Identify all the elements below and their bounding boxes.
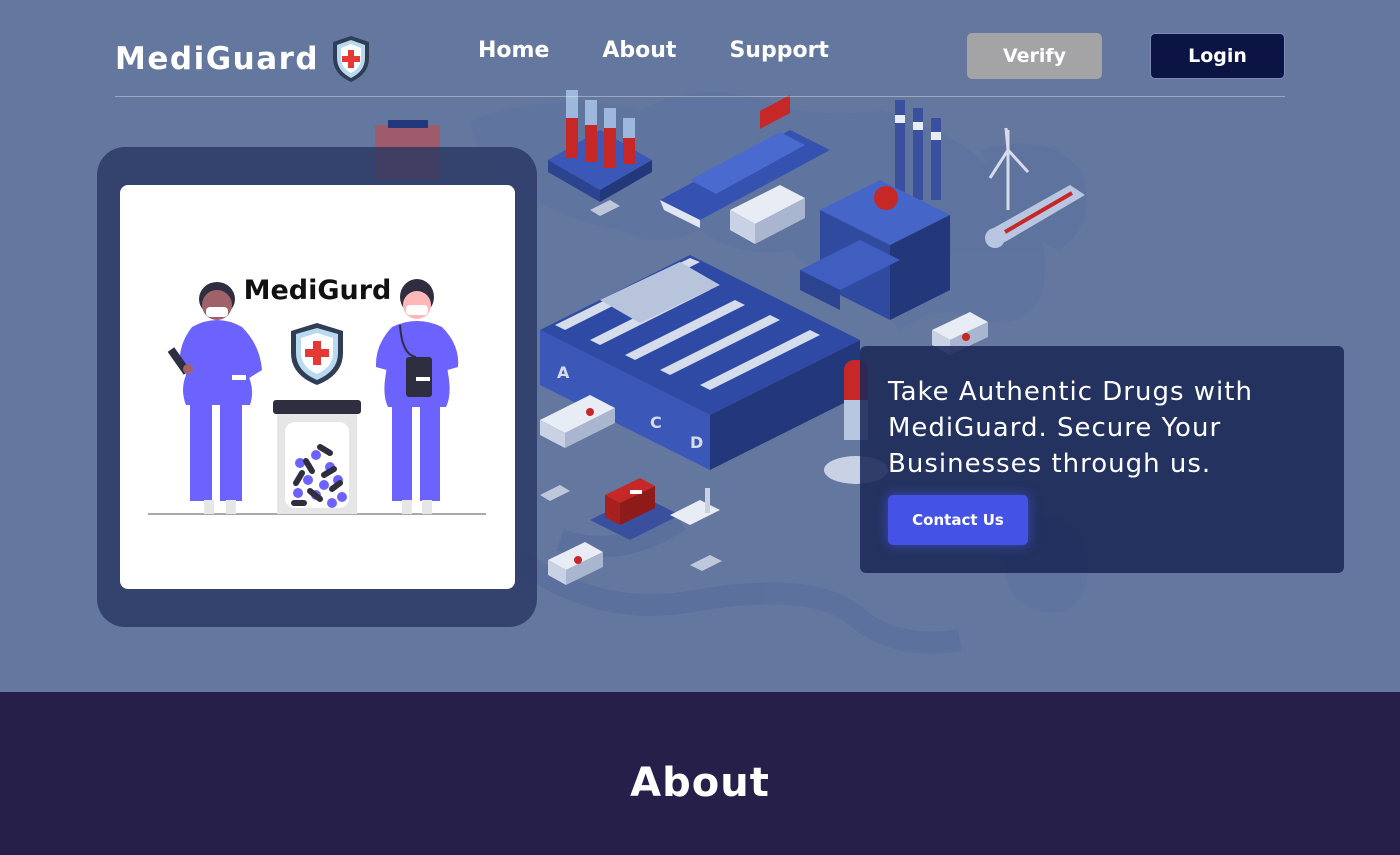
verify-button[interactable]: Verify [967,33,1102,79]
tagline-panel: Take Authentic Drugs with MediGuard. Sec… [860,346,1344,573]
warehouse-label-a: A [557,363,570,382]
top-navbar: MediGuard Home About Support Verify Logi… [115,0,1285,97]
login-button[interactable]: Login [1150,33,1285,79]
nav-link-home[interactable]: Home [478,38,549,63]
nav-links: Home About Support [478,38,829,63]
hero-section: A C D MediGuard Home About Support Verif… [0,0,1400,692]
brand[interactable]: MediGuard [115,34,373,84]
hero-tagline: Take Authentic Drugs with MediGuard. Sec… [888,377,1253,479]
illustration-card: MediGurd [120,185,515,589]
nav-link-support[interactable]: Support [729,38,828,63]
brand-name: MediGuard [115,41,320,77]
warehouse-label-d: D [690,433,703,452]
doctors-illustration [148,279,486,515]
contact-us-button[interactable]: Contact Us [888,495,1028,545]
nav-link-about[interactable]: About [602,38,676,63]
about-section: About [0,692,1400,855]
card-title: MediGurd [243,275,392,306]
shield-cross-icon [333,36,370,82]
warehouse-label-c: C [650,413,662,432]
about-heading: About [630,760,770,806]
